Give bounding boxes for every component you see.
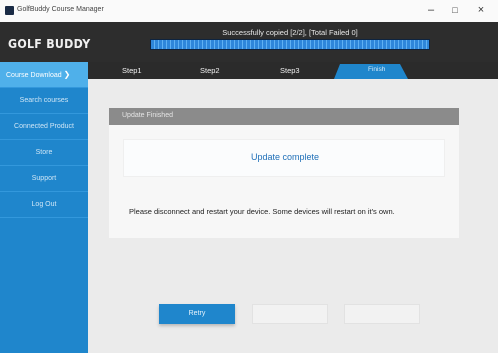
main-content: Step1 Step2 Step3 Finish Update Finished… [88,62,498,353]
golfbuddy-logo: GOLF BUDDY [8,37,91,51]
sidebar-item-search-courses[interactable]: Search courses [0,88,88,114]
sidebar-item-label: Search courses [19,97,69,104]
chevron-right-icon: ❯ [63,70,71,79]
sidebar-item-label: Course Download [6,72,62,79]
close-icon[interactable]: × [474,3,488,17]
update-panel: Update complete Please disconnect and re… [109,125,459,238]
sidebar-item-log-out[interactable]: Log Out [0,192,88,218]
sidebar-item-support[interactable]: Support [0,166,88,192]
step-3-label: Step3 [280,66,300,75]
step-bar: Step1 Step2 Step3 Finish [88,62,498,79]
sidebar: Course Download ❯ Search courses Connecte… [0,62,88,353]
panel-title: Update Finished [122,112,173,119]
app-header: GOLF BUDDY Successfully copied [2/2], [T… [0,22,498,62]
restart-instruction-text: Please disconnect and restart your devic… [129,207,395,216]
sidebar-item-connected-product[interactable]: Connected Product [0,114,88,140]
complete-message-box: Update complete [123,139,445,177]
disabled-button[interactable] [252,304,328,324]
retry-button[interactable]: Retry [159,304,235,324]
maximize-icon[interactable]: □ [448,3,462,17]
window-title: GolfBuddy Course Manager [17,6,104,13]
step-finish-label: Finish [368,66,386,73]
update-complete-text: Update complete [250,152,320,162]
sidebar-item-label: Connected Product [14,123,74,130]
copy-status-text: Successfully copied [2/2], [Total Failed… [222,28,358,37]
disabled-button[interactable] [344,304,420,324]
copy-progress-fill [151,40,429,49]
minimize-icon[interactable]: – [424,3,438,17]
sidebar-item-course-download[interactable]: Course Download ❯ [0,62,88,88]
step-2-label: Step2 [200,66,220,75]
sidebar-item-label: Support [31,175,57,182]
step-1-label: Step1 [122,66,142,75]
sidebar-item-label: Log Out [31,201,57,208]
title-bar: GolfBuddy Course Manager – □ × [0,0,498,22]
copy-progress-bar [150,39,430,50]
panel-header: Update Finished [109,108,459,125]
sidebar-item-label: Store [35,149,53,156]
sidebar-item-store[interactable]: Store [0,140,88,166]
app-icon [5,6,14,15]
